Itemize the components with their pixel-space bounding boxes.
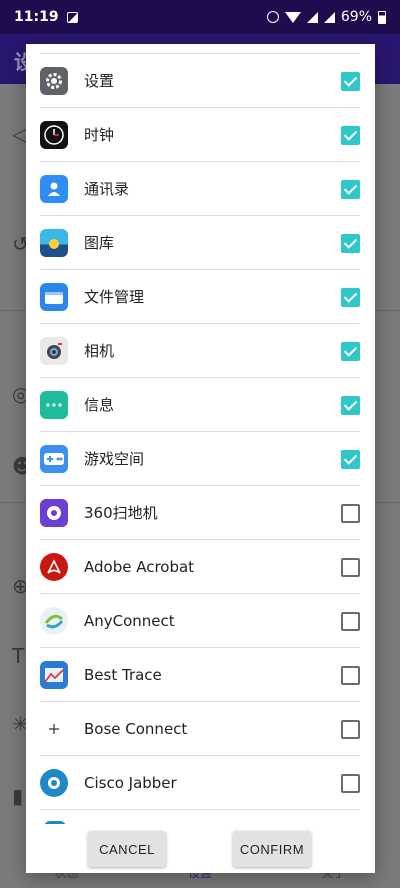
app-label: Cisco Jabber xyxy=(84,773,177,792)
app-row-partial[interactable] xyxy=(40,810,360,824)
settings-gear-icon xyxy=(40,66,68,95)
status-bar: 11:19 69% xyxy=(0,0,400,34)
app-checkbox[interactable] xyxy=(341,612,360,631)
app-checkbox[interactable] xyxy=(341,504,360,523)
app-row-file-manager[interactable]: 文件管理 xyxy=(40,270,360,324)
app-row-clock[interactable]: 时钟 xyxy=(40,108,360,162)
status-time: 11:19 xyxy=(14,9,59,25)
app-row-360-vacuum[interactable]: 360扫地机 xyxy=(40,486,360,540)
app-checkbox[interactable] xyxy=(341,774,360,793)
app-checkbox[interactable] xyxy=(341,396,360,415)
signal-icon-2 xyxy=(323,11,335,23)
wifi-icon xyxy=(284,11,301,23)
messages-icon xyxy=(40,390,68,419)
app-label: 文件管理 xyxy=(84,288,145,306)
app-checkbox[interactable] xyxy=(341,450,360,469)
adobe-acrobat-icon xyxy=(40,552,68,581)
app-checkbox[interactable] xyxy=(341,72,360,91)
bose-connect-icon xyxy=(40,714,68,743)
app-checkbox[interactable] xyxy=(341,288,360,307)
battery-icon xyxy=(378,10,386,24)
robot-vacuum-icon xyxy=(40,498,68,527)
file-manager-icon xyxy=(40,282,68,311)
app-checkbox[interactable] xyxy=(341,720,360,739)
anyconnect-icon xyxy=(40,606,68,635)
app-checkbox[interactable] xyxy=(341,180,360,199)
app-label: 游戏空间 xyxy=(84,450,145,468)
app-label: 设置 xyxy=(84,72,115,90)
confirm-button[interactable]: CONFIRM xyxy=(233,831,311,867)
app-label: 相机 xyxy=(84,342,115,360)
app-row-messages[interactable]: 信息 xyxy=(40,378,360,432)
app-label: 360扫地机 xyxy=(84,504,158,522)
app-checkbox[interactable] xyxy=(341,126,360,145)
app-row-contacts[interactable]: 通讯录 xyxy=(40,162,360,216)
cisco-jabber-icon xyxy=(40,768,68,797)
partial-app-icon xyxy=(44,821,66,824)
app-row-camera[interactable]: 相机 xyxy=(40,324,360,378)
battery-percent: 69% xyxy=(340,9,372,25)
clock-icon xyxy=(40,120,68,149)
gallery-icon xyxy=(40,228,68,257)
app-checkbox[interactable] xyxy=(341,234,360,253)
app-label: 信息 xyxy=(84,396,115,414)
background-memory-icon: ▮ xyxy=(12,784,24,808)
game-space-icon xyxy=(40,444,68,473)
cancel-button[interactable]: CANCEL xyxy=(88,831,166,867)
app-label: AnyConnect xyxy=(84,611,175,630)
app-row-game-space[interactable]: 游戏空间 xyxy=(40,432,360,486)
app-row-adobe-acrobat[interactable]: Adobe Acrobat xyxy=(40,540,360,594)
camera-icon xyxy=(40,336,68,365)
status-right: 69% xyxy=(266,9,386,25)
app-checkbox[interactable] xyxy=(341,558,360,577)
app-label: Adobe Acrobat xyxy=(84,557,195,576)
app-row-bose-connect[interactable]: Bose Connect xyxy=(40,702,360,756)
app-row-gallery[interactable]: 图库 xyxy=(40,216,360,270)
signal-icon xyxy=(306,11,318,23)
app-selection-dialog: 设置 时钟 通讯录 图库 文件管理 相机 信息 游戏空间 360扫地机 Adob… xyxy=(26,44,375,873)
background-text-icon: T xyxy=(12,644,25,668)
app-label: 通讯录 xyxy=(84,180,130,198)
app-row-cisco-jabber[interactable]: Cisco Jabber xyxy=(40,756,360,810)
app-row-anyconnect[interactable]: AnyConnect xyxy=(40,594,360,648)
app-label: Bose Connect xyxy=(84,719,188,738)
app-label: 图库 xyxy=(84,234,115,252)
app-checkbox[interactable] xyxy=(341,342,360,361)
app-checkbox[interactable] xyxy=(341,666,360,685)
app-label: 时钟 xyxy=(84,126,115,144)
app-list[interactable]: 设置 时钟 通讯录 图库 文件管理 相机 信息 游戏空间 360扫地机 Adob… xyxy=(26,44,375,824)
app-row-settings[interactable]: 设置 xyxy=(40,54,360,108)
alarm-icon xyxy=(266,11,279,23)
contacts-icon xyxy=(40,174,68,203)
gallery-notification-icon xyxy=(66,11,78,23)
app-label: Best Trace xyxy=(84,665,162,684)
app-row-best-trace[interactable]: Best Trace xyxy=(40,648,360,702)
best-trace-icon xyxy=(40,660,68,689)
